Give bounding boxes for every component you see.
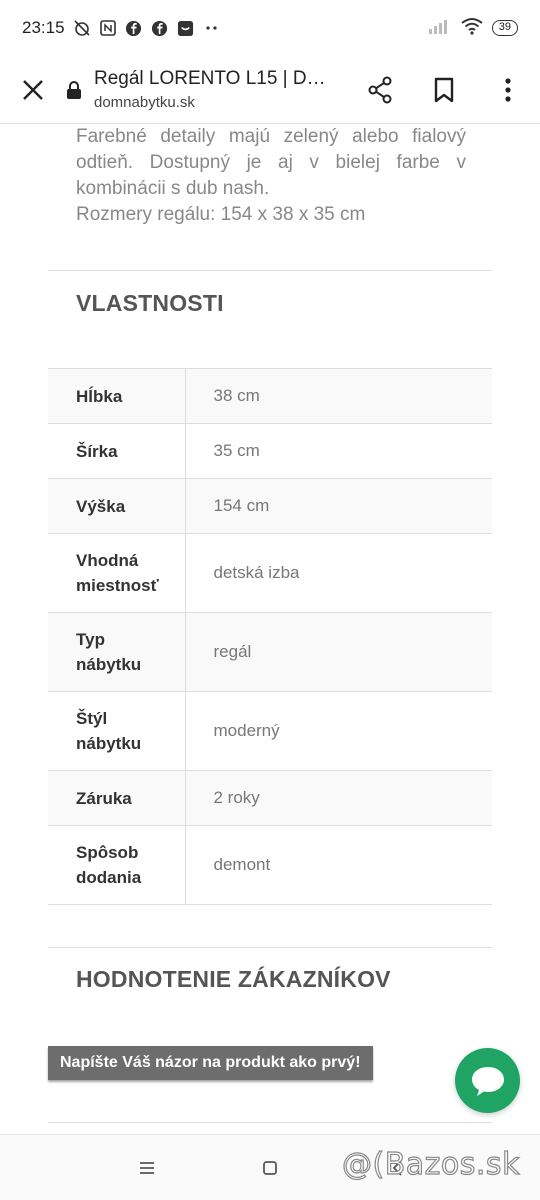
properties-heading: VLASTNOSTI <box>76 290 224 316</box>
table-row: Záruka 2 roky <box>48 770 492 826</box>
property-value: 35 cm <box>185 423 492 479</box>
share-button[interactable] <box>348 56 412 124</box>
property-key: Štýl nábytku <box>48 691 186 771</box>
facebook-icon <box>125 19 143 37</box>
table-row: Vhodná miestnosť detská izba <box>48 533 492 613</box>
property-key: Šírka <box>48 423 186 479</box>
product-description: Farebné detaily majú zelený alebo fialov… <box>76 124 466 228</box>
property-value: demont <box>185 825 492 905</box>
more-dots-icon <box>203 19 221 37</box>
divider <box>48 1122 492 1123</box>
table-row: Spôsob dodania demont <box>48 825 492 905</box>
page-title: Regál LORENTO L15 | Domnabytku.sk <box>94 68 326 89</box>
share-icon <box>368 76 392 103</box>
status-notification-icons <box>73 19 221 37</box>
dimensions-text: Rozmery regálu: 154 x 38 x 35 cm <box>76 204 366 225</box>
home-square-icon <box>263 1161 277 1175</box>
table-row: Štýl nábytku moderný <box>48 691 492 771</box>
page-url: domnabytku.sk <box>94 94 195 111</box>
property-value: moderný <box>185 691 492 771</box>
menu-button[interactable] <box>476 56 540 124</box>
property-key: Vhodná miestnosť <box>48 533 186 613</box>
property-key: Hĺbka <box>48 368 186 424</box>
property-value: 38 cm <box>185 368 492 424</box>
home-button[interactable] <box>257 1155 283 1181</box>
chat-bubble-icon <box>471 1066 504 1096</box>
status-system-icons: 39 <box>428 17 518 40</box>
menu-lines-icon <box>140 1162 154 1174</box>
properties-table: Hĺbka 38 cm Šírka 35 cm Výška 154 cm Vho… <box>48 368 492 905</box>
table-row: Hĺbka 38 cm <box>48 368 492 424</box>
close-icon <box>23 79 43 100</box>
chat-app-icon <box>177 19 195 37</box>
bookmark-button[interactable] <box>412 56 476 124</box>
wifi-icon <box>460 17 484 40</box>
description-text: Farebné detaily majú zelený alebo fialov… <box>76 126 466 199</box>
status-bar: 23:15 39 <box>0 0 540 56</box>
property-value: regál <box>185 612 492 692</box>
table-row: Typ nábytku regál <box>48 612 492 692</box>
bookmark-icon <box>434 77 454 102</box>
table-row: Výška 154 cm <box>48 478 492 534</box>
divider <box>48 947 492 948</box>
facebook-icon <box>151 19 169 37</box>
nfc-icon <box>99 19 117 37</box>
property-value: 154 cm <box>185 478 492 534</box>
address-bar[interactable]: Regál LORENTO L15 | Domnabytku.sk domnab… <box>94 68 348 111</box>
table-row: Šírka 35 cm <box>48 423 492 479</box>
signal-icon <box>428 18 452 39</box>
property-key: Záruka <box>48 770 186 826</box>
reviews-heading: HODNOTENIE ZÁKAZNÍKOV <box>76 966 391 992</box>
page-content: Farebné detaily majú zelený alebo fialov… <box>0 124 540 1134</box>
browser-toolbar: Regál LORENTO L15 | Domnabytku.sk domnab… <box>0 56 540 124</box>
lock-icon <box>66 80 84 100</box>
close-tab-button[interactable] <box>0 56 66 124</box>
status-time: 23:15 <box>22 18 65 37</box>
property-value: 2 roky <box>185 770 492 826</box>
no-alarm-icon <box>73 19 91 37</box>
property-key: Spôsob dodania <box>48 825 186 905</box>
write-review-button[interactable]: Napíšte Váš názor na produkt ako prvý! <box>48 1046 373 1080</box>
more-vert-icon <box>505 77 511 102</box>
property-key: Výška <box>48 478 186 534</box>
bazos-watermark: @(Bazos.sk <box>341 1146 520 1182</box>
divider <box>48 270 492 271</box>
chat-button[interactable] <box>455 1048 520 1113</box>
property-value: detská izba <box>185 533 492 613</box>
battery-indicator: 39 <box>491 20 518 36</box>
recent-apps-button[interactable] <box>134 1155 160 1181</box>
system-navigation-bar: @(Bazos.sk <box>0 1134 540 1200</box>
property-key: Typ nábytku <box>48 612 186 692</box>
